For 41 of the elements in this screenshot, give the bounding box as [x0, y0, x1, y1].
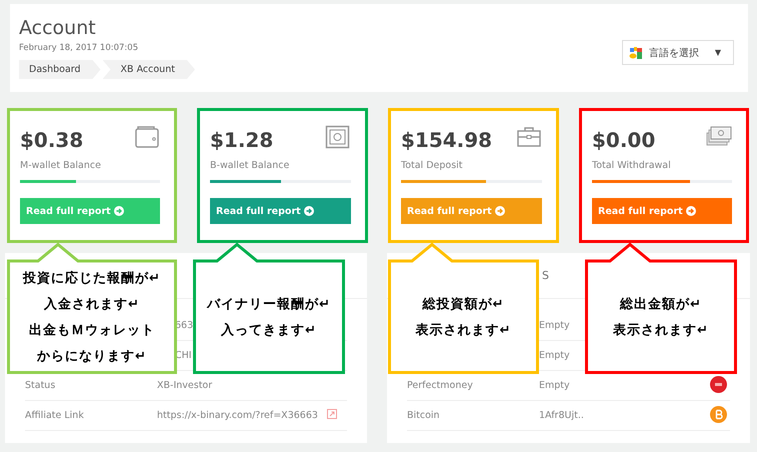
stat-amount: $0.00: [592, 127, 656, 153]
panel-title: S: [542, 269, 549, 282]
safe-icon: [325, 125, 351, 149]
report-button[interactable]: Read full report: [592, 198, 732, 224]
bitcoin-icon: [710, 406, 727, 422]
row-value: https://x-binary.com/?ref=X36663: [157, 410, 318, 421]
arrow-circle-icon: [686, 206, 696, 216]
arrow-circle-icon: [494, 206, 505, 216]
report-button[interactable]: Read full report: [20, 198, 160, 224]
row-label: Perfectmoney: [407, 380, 473, 391]
stat-amount: $0.38: [20, 127, 84, 153]
breadcrumb-item[interactable]: XB Account: [102, 60, 195, 79]
callout-text: 投資に応じた報酬が↵ 入金されます↵ 出金もＭウォレット からになります↵: [23, 270, 161, 366]
stat-amount: $1.28: [210, 127, 274, 153]
external-link-icon: [327, 409, 337, 419]
report-button[interactable]: Read full report: [401, 198, 542, 224]
briefcase-icon: [516, 125, 542, 149]
stat-label: Total Deposit: [401, 160, 464, 171]
row-value: 1Afr8Ujt..: [539, 410, 584, 421]
stat-amount: $154.98: [401, 127, 492, 153]
row-value: XB-Investor: [157, 380, 212, 391]
stat-label: Total Withdrawal: [592, 160, 672, 171]
row-label: Affiliate Link: [25, 410, 84, 421]
row-value: Empty: [539, 320, 570, 331]
row-value: Empty: [539, 380, 570, 391]
row-label: Status: [25, 380, 56, 391]
row-label: Bitcoin: [407, 410, 440, 421]
callout-text: 総投資額が↵ 表示されます↵: [416, 296, 512, 340]
arrow-circle-icon: [114, 206, 124, 216]
report-button[interactable]: Read full report: [210, 198, 351, 224]
row-value: Empty: [539, 350, 570, 361]
page-title: Account: [19, 16, 97, 40]
stat-label: M-wallet Balance: [20, 160, 102, 171]
breadcrumb-item[interactable]: Dashboard: [19, 60, 101, 79]
stat-label: B-wallet Balance: [210, 160, 290, 171]
language-select[interactable]: 言語を選択 ▼: [622, 40, 734, 65]
callout-text: 総出金額が↵ 表示されます↵: [613, 296, 709, 340]
arrow-circle-icon: [304, 206, 314, 216]
date-time: February 18, 2017 10:07:05: [19, 43, 140, 53]
wallet-icon: [134, 125, 160, 149]
callout-text: バイナリー報酬が↵ 入ってきます↵: [207, 296, 331, 340]
